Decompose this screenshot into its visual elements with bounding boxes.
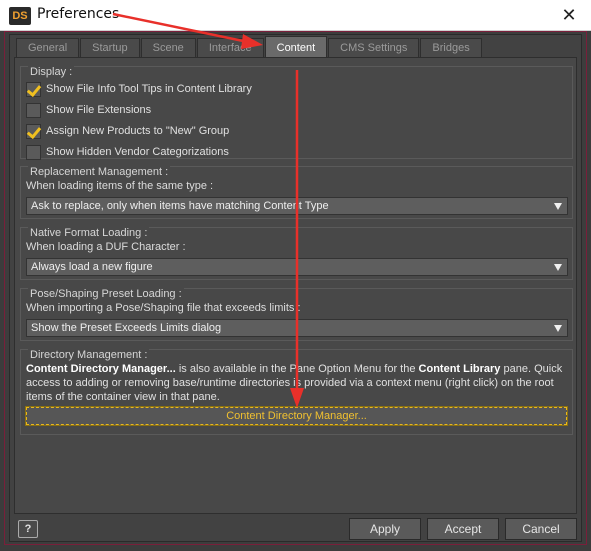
native-format-field-label: When loading a DUF Character : bbox=[26, 241, 186, 253]
checkbox-checked[interactable] bbox=[26, 81, 41, 97]
close-button[interactable]: ✕ bbox=[557, 3, 581, 27]
option-label: Show Hidden Vendor Categorizations bbox=[46, 146, 229, 158]
dropdown-arrow-icon bbox=[554, 264, 562, 271]
tab-interface[interactable]: Interface bbox=[196, 38, 264, 58]
option-label: Assign New Products to "New" Group bbox=[46, 125, 230, 137]
pose-preset-select[interactable]: Show the Preset Exceeds Limits dialog bbox=[26, 319, 568, 337]
native-format-selected-value: Always load a new figure bbox=[31, 261, 153, 273]
content-directory-manager-button[interactable]: Content Directory Manager... bbox=[25, 406, 568, 426]
dropdown-arrow-icon bbox=[554, 325, 562, 332]
option-file-info-tooltips[interactable]: Show File Info Tool Tips in Content Libr… bbox=[26, 80, 252, 98]
replacement-group-title: Replacement Management : bbox=[28, 166, 171, 179]
preferences-window: DS Preferences ✕ General Startup Scene I… bbox=[0, 0, 591, 551]
directory-text: is also available in the Pane Option Men… bbox=[175, 363, 419, 375]
apply-button[interactable]: Apply bbox=[349, 518, 421, 540]
pose-preset-selected-value: Show the Preset Exceeds Limits dialog bbox=[31, 322, 222, 334]
dropdown-arrow-icon bbox=[554, 203, 562, 210]
checkbox-unchecked[interactable] bbox=[26, 144, 41, 160]
directory-description: Content Directory Manager... is also ava… bbox=[26, 362, 571, 404]
help-button[interactable]: ? bbox=[18, 520, 38, 538]
directory-group-title: Directory Management : bbox=[28, 349, 150, 362]
native-format-select[interactable]: Always load a new figure bbox=[26, 258, 568, 276]
display-group: Display : Show File Info Tool Tips in Co… bbox=[20, 66, 573, 161]
option-label: Show File Extensions bbox=[46, 104, 152, 116]
tab-bridges[interactable]: Bridges bbox=[420, 38, 482, 58]
window-title: Preferences bbox=[37, 6, 120, 22]
window-frame: General Startup Scene Interface Content … bbox=[4, 31, 587, 545]
accept-button[interactable]: Accept bbox=[427, 518, 499, 540]
replacement-group: Replacement Management : When loading it… bbox=[20, 166, 573, 219]
pose-preset-group-title: Pose/Shaping Preset Loading : bbox=[28, 288, 184, 301]
pose-preset-field-label: When importing a Pose/Shaping file that … bbox=[26, 302, 301, 314]
directory-text-bold: Content Library bbox=[418, 363, 501, 375]
directory-text-bold: Content Directory Manager... bbox=[26, 363, 176, 375]
replacement-field-label: When loading items of the same type : bbox=[26, 180, 214, 192]
replacement-selected-value: Ask to replace, only when items have mat… bbox=[31, 200, 329, 212]
option-assign-new-products[interactable]: Assign New Products to "New" Group bbox=[26, 122, 229, 140]
directory-group: Directory Management : Content Directory… bbox=[20, 349, 573, 435]
app-logo-icon: DS bbox=[9, 7, 31, 25]
title-bar: DS Preferences ✕ bbox=[0, 0, 591, 31]
tab-startup[interactable]: Startup bbox=[80, 38, 140, 58]
option-label: Show File Info Tool Tips in Content Libr… bbox=[46, 83, 252, 95]
option-show-file-extensions[interactable]: Show File Extensions bbox=[26, 101, 151, 119]
pose-preset-group: Pose/Shaping Preset Loading : When impor… bbox=[20, 288, 573, 341]
native-format-group: Native Format Loading : When loading a D… bbox=[20, 227, 573, 280]
replacement-select[interactable]: Ask to replace, only when items have mat… bbox=[26, 197, 568, 215]
tab-bar: General Startup Scene Interface Content … bbox=[16, 36, 483, 58]
option-hidden-vendor-categorizations[interactable]: Show Hidden Vendor Categorizations bbox=[26, 143, 229, 161]
content-tab-panel: Display : Show File Info Tool Tips in Co… bbox=[14, 57, 577, 514]
tab-general[interactable]: General bbox=[16, 38, 80, 58]
dialog-body: General Startup Scene Interface Content … bbox=[9, 34, 582, 542]
display-group-title: Display : bbox=[28, 66, 75, 79]
tab-content[interactable]: Content bbox=[264, 36, 328, 58]
checkbox-unchecked[interactable] bbox=[26, 102, 41, 118]
cancel-button[interactable]: Cancel bbox=[505, 518, 577, 540]
tab-cms-settings[interactable]: CMS Settings bbox=[328, 38, 420, 58]
checkbox-checked[interactable] bbox=[26, 123, 41, 139]
native-format-group-title: Native Format Loading : bbox=[28, 227, 150, 240]
tab-scene[interactable]: Scene bbox=[140, 38, 196, 58]
